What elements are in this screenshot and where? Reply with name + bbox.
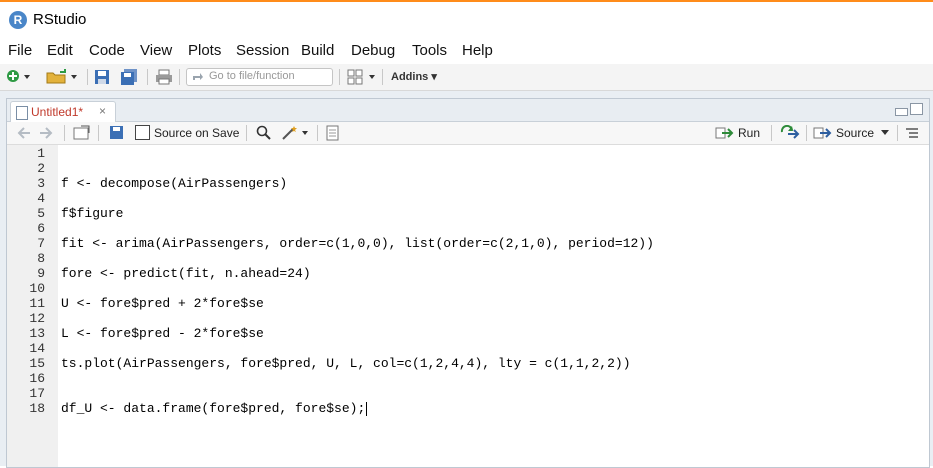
menu-file[interactable]: File xyxy=(8,42,32,59)
save-icon[interactable] xyxy=(94,69,110,85)
run-icon[interactable] xyxy=(715,126,735,140)
line-number: 2 xyxy=(37,161,45,176)
menu-build[interactable]: Build xyxy=(301,42,334,59)
menu-view[interactable]: View xyxy=(140,42,172,59)
code-editor[interactable]: 1 2 3 f <- decompose(AirPassengers) 4 5 f$… xyxy=(7,145,929,467)
line-text: f$figure xyxy=(61,206,124,221)
print-icon[interactable] xyxy=(155,69,173,85)
menu-session[interactable]: Session xyxy=(236,42,289,59)
line-number: 6 xyxy=(37,221,45,236)
toolbar-separator xyxy=(98,125,99,141)
toolbar-separator xyxy=(87,69,88,85)
menu-code[interactable]: Code xyxy=(89,42,125,59)
line-text: fit <- arima(AirPassengers, order=c(1,0,… xyxy=(61,236,654,251)
source-on-save-label: Source on Save xyxy=(154,126,240,140)
source-icon[interactable] xyxy=(813,126,833,140)
source-dropdown-chevron-icon[interactable] xyxy=(881,130,889,136)
line-text: U <- fore$pred + 2*fore$se xyxy=(61,296,264,311)
line-number: 7 xyxy=(37,236,45,251)
source-tab-strip: Untitled1* × xyxy=(7,99,929,122)
line-number: 12 xyxy=(29,311,45,326)
line-number: 18 xyxy=(29,401,45,416)
window-title: RStudio xyxy=(33,11,87,28)
main-toolbar: Go to file/function Addins ▾ xyxy=(0,64,933,91)
editor-toolbar: Source on Save Run Source xyxy=(7,122,929,145)
open-file-icon[interactable] xyxy=(46,69,80,85)
code-tools-wand-icon[interactable] xyxy=(281,125,311,141)
line-number: 14 xyxy=(29,341,45,356)
toolbar-separator xyxy=(806,125,807,141)
rstudio-logo-icon: R xyxy=(9,11,27,29)
document-outline-icon[interactable] xyxy=(905,127,919,139)
toolbar-separator xyxy=(382,69,383,85)
tab-untitled1[interactable]: Untitled1* × xyxy=(10,101,116,122)
toolbar-separator xyxy=(317,125,318,141)
back-forward-icon[interactable] xyxy=(17,126,55,140)
line-number: 4 xyxy=(37,191,45,206)
line-text: fore <- predict(fit, n.ahead=24) xyxy=(61,266,311,281)
line-number: 5 xyxy=(37,206,45,221)
close-tab-icon[interactable]: × xyxy=(99,104,106,118)
toolbar-separator xyxy=(246,125,247,141)
new-file-icon[interactable] xyxy=(6,69,32,85)
toolbar-separator xyxy=(179,69,180,85)
line-number: 15 xyxy=(29,356,45,371)
toolbar-separator xyxy=(147,69,148,85)
go-to-arrow-icon xyxy=(193,73,203,80)
line-text: L <- fore$pred - 2*fore$se xyxy=(61,326,264,341)
run-button[interactable]: Run xyxy=(738,126,760,140)
save-file-icon[interactable] xyxy=(109,125,124,140)
line-number: 17 xyxy=(29,386,45,401)
menu-tools[interactable]: Tools xyxy=(412,42,447,59)
toolbar-separator xyxy=(339,69,340,85)
line-number: 9 xyxy=(37,266,45,281)
line-text: f <- decompose(AirPassengers) xyxy=(61,176,288,191)
line-number: 11 xyxy=(29,296,45,311)
source-button[interactable]: Source xyxy=(836,126,874,140)
line-number: 10 xyxy=(29,281,45,296)
toolbar-separator xyxy=(771,125,772,141)
maximize-pane-icon[interactable] xyxy=(910,103,923,115)
search-icon[interactable] xyxy=(256,125,272,141)
save-all-icon[interactable] xyxy=(120,69,140,85)
toolbar-separator xyxy=(897,125,898,141)
line-content: df_U <- data.frame(fore$pred, fore$se); xyxy=(61,401,366,416)
minimize-pane-icon[interactable] xyxy=(895,108,908,116)
toolbar-separator xyxy=(64,125,65,141)
line-number: 8 xyxy=(37,251,45,266)
go-to-placeholder: Go to file/function xyxy=(209,70,295,82)
text-cursor xyxy=(366,401,368,416)
addins-menu[interactable]: Addins ▾ xyxy=(391,70,437,88)
menu-help[interactable]: Help xyxy=(462,42,493,59)
compile-report-icon[interactable] xyxy=(325,125,341,141)
tab-label: Untitled1* xyxy=(31,105,84,119)
menu-edit[interactable]: Edit xyxy=(47,42,73,59)
code-lines: 1 2 3 f <- decompose(AirPassengers) 4 5 f$… xyxy=(7,145,929,467)
pane-layout-icon[interactable] xyxy=(347,69,377,85)
line-number: 3 xyxy=(37,176,45,191)
title-bar: R RStudio xyxy=(0,2,933,36)
go-to-file-input[interactable]: Go to file/function xyxy=(186,68,333,86)
source-pane: Untitled1* × Source on Save Run Source 1… xyxy=(6,98,930,468)
line-text: ts.plot(AirPassengers, fore$pred, U, L, … xyxy=(61,356,631,371)
rerun-icon[interactable] xyxy=(779,125,801,140)
source-on-save-checkbox[interactable] xyxy=(135,125,150,140)
line-number: 13 xyxy=(29,326,45,341)
line-number: 1 xyxy=(37,146,45,161)
menu-plots[interactable]: Plots xyxy=(188,42,221,59)
line-text: df_U <- data.frame(fore$pred, fore$se); xyxy=(61,401,368,416)
menu-bar: File Edit Code View Plots Session Build … xyxy=(0,40,933,62)
show-in-window-icon[interactable] xyxy=(73,125,91,140)
menu-debug[interactable]: Debug xyxy=(351,42,395,59)
line-number: 16 xyxy=(29,371,45,386)
r-script-icon xyxy=(16,106,28,120)
